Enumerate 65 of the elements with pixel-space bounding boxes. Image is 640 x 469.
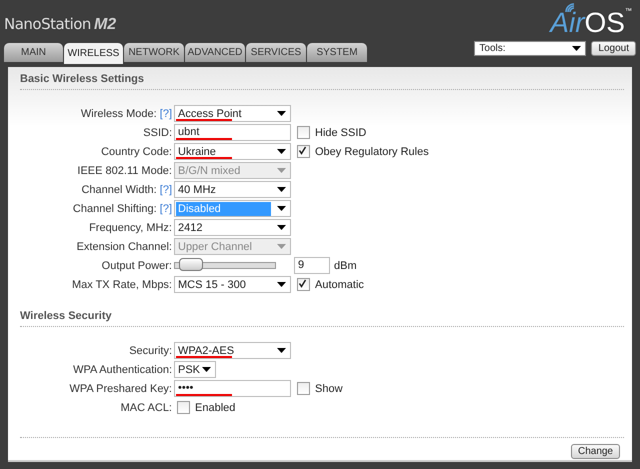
checkbox-label: Show [315, 382, 343, 394]
checkbox[interactable] [297, 382, 310, 395]
caret-icon [277, 348, 286, 353]
input-field[interactable]: 9 [294, 257, 330, 274]
field-label: IEEE 802.11 Mode: [77, 164, 172, 176]
tab[interactable]: MAIN [4, 43, 63, 62]
field-label: Frequency, MHz: [89, 222, 172, 234]
caret-icon [277, 149, 286, 154]
input-field[interactable]: ubnt [174, 124, 291, 141]
dropdown[interactable]: PSK [174, 361, 216, 378]
unit-label: dBm [334, 260, 357, 272]
field-label: MAC ACL: [120, 402, 172, 414]
field-label: Country Code: [101, 146, 172, 158]
checkbox-label: Obey Regulatory Rules [315, 146, 429, 158]
section-title: Basic Wireless Settings [20, 73, 146, 85]
help-link[interactable]: [?] [160, 108, 172, 120]
field-label: Channel Width: [81, 184, 157, 196]
help-link[interactable]: [?] [160, 184, 172, 196]
checkbox[interactable] [297, 278, 310, 291]
field-label: SSID: [143, 126, 172, 138]
checkbox-label: Automatic [315, 278, 364, 290]
caret-icon [277, 225, 286, 230]
caret-icon [202, 367, 212, 372]
caret-icon [277, 282, 286, 287]
field-label: Extension Channel: [76, 240, 172, 252]
field-label: Wireless Mode: [80, 108, 157, 120]
checkbox[interactable] [297, 126, 310, 139]
section-title: Wireless Security [20, 310, 113, 322]
tab[interactable]: SYSTEM [307, 43, 367, 62]
dropdown[interactable]: 2412 [174, 219, 291, 236]
logo-os: OS [584, 8, 625, 38]
caret-icon [277, 187, 286, 192]
dropdown[interactable]: MCS 15 - 300 [174, 276, 291, 293]
tools-dropdown[interactable]: Tools: [474, 41, 586, 56]
dropdown[interactable]: WPA2-AES [174, 342, 291, 359]
checkbox[interactable] [297, 145, 310, 158]
field-label: WPA Preshared Key: [69, 382, 172, 394]
tab[interactable]: WIRELESS [64, 43, 123, 64]
field-label: Output Power: [102, 260, 172, 272]
slider-handle[interactable] [179, 258, 203, 271]
logo-air: Air [550, 8, 585, 38]
field-label: Max TX Rate, Mbps: [72, 278, 172, 290]
field-label: Channel Shifting: [72, 202, 157, 214]
checkbox-label: Hide SSID [315, 126, 366, 138]
caret-icon [277, 206, 286, 211]
tab[interactable]: NETWORK [124, 43, 184, 62]
help-link[interactable]: [?] [160, 202, 172, 214]
logout-button[interactable]: Logout [591, 41, 636, 56]
caret-icon [277, 244, 286, 249]
dropdown[interactable]: Ukraine [174, 143, 291, 160]
checkbox[interactable] [177, 401, 190, 414]
dropdown[interactable]: 40 MHz [174, 181, 291, 198]
change-button[interactable]: Change [570, 444, 620, 459]
password-field[interactable]: •••• [174, 380, 291, 397]
tab[interactable]: SERVICES [246, 43, 306, 62]
field-label: WPA Authentication: [73, 364, 172, 376]
caret-icon [277, 168, 286, 173]
checkbox-label: Enabled [195, 402, 236, 414]
caret-icon [277, 111, 286, 116]
tab[interactable]: ADVANCED [185, 43, 245, 62]
product-name: NanoStation [4, 15, 91, 33]
model-name: M2 [94, 16, 116, 34]
dropdown[interactable]: Access Point [174, 105, 291, 122]
caret-icon [572, 46, 582, 51]
field-label: Security: [129, 344, 172, 356]
